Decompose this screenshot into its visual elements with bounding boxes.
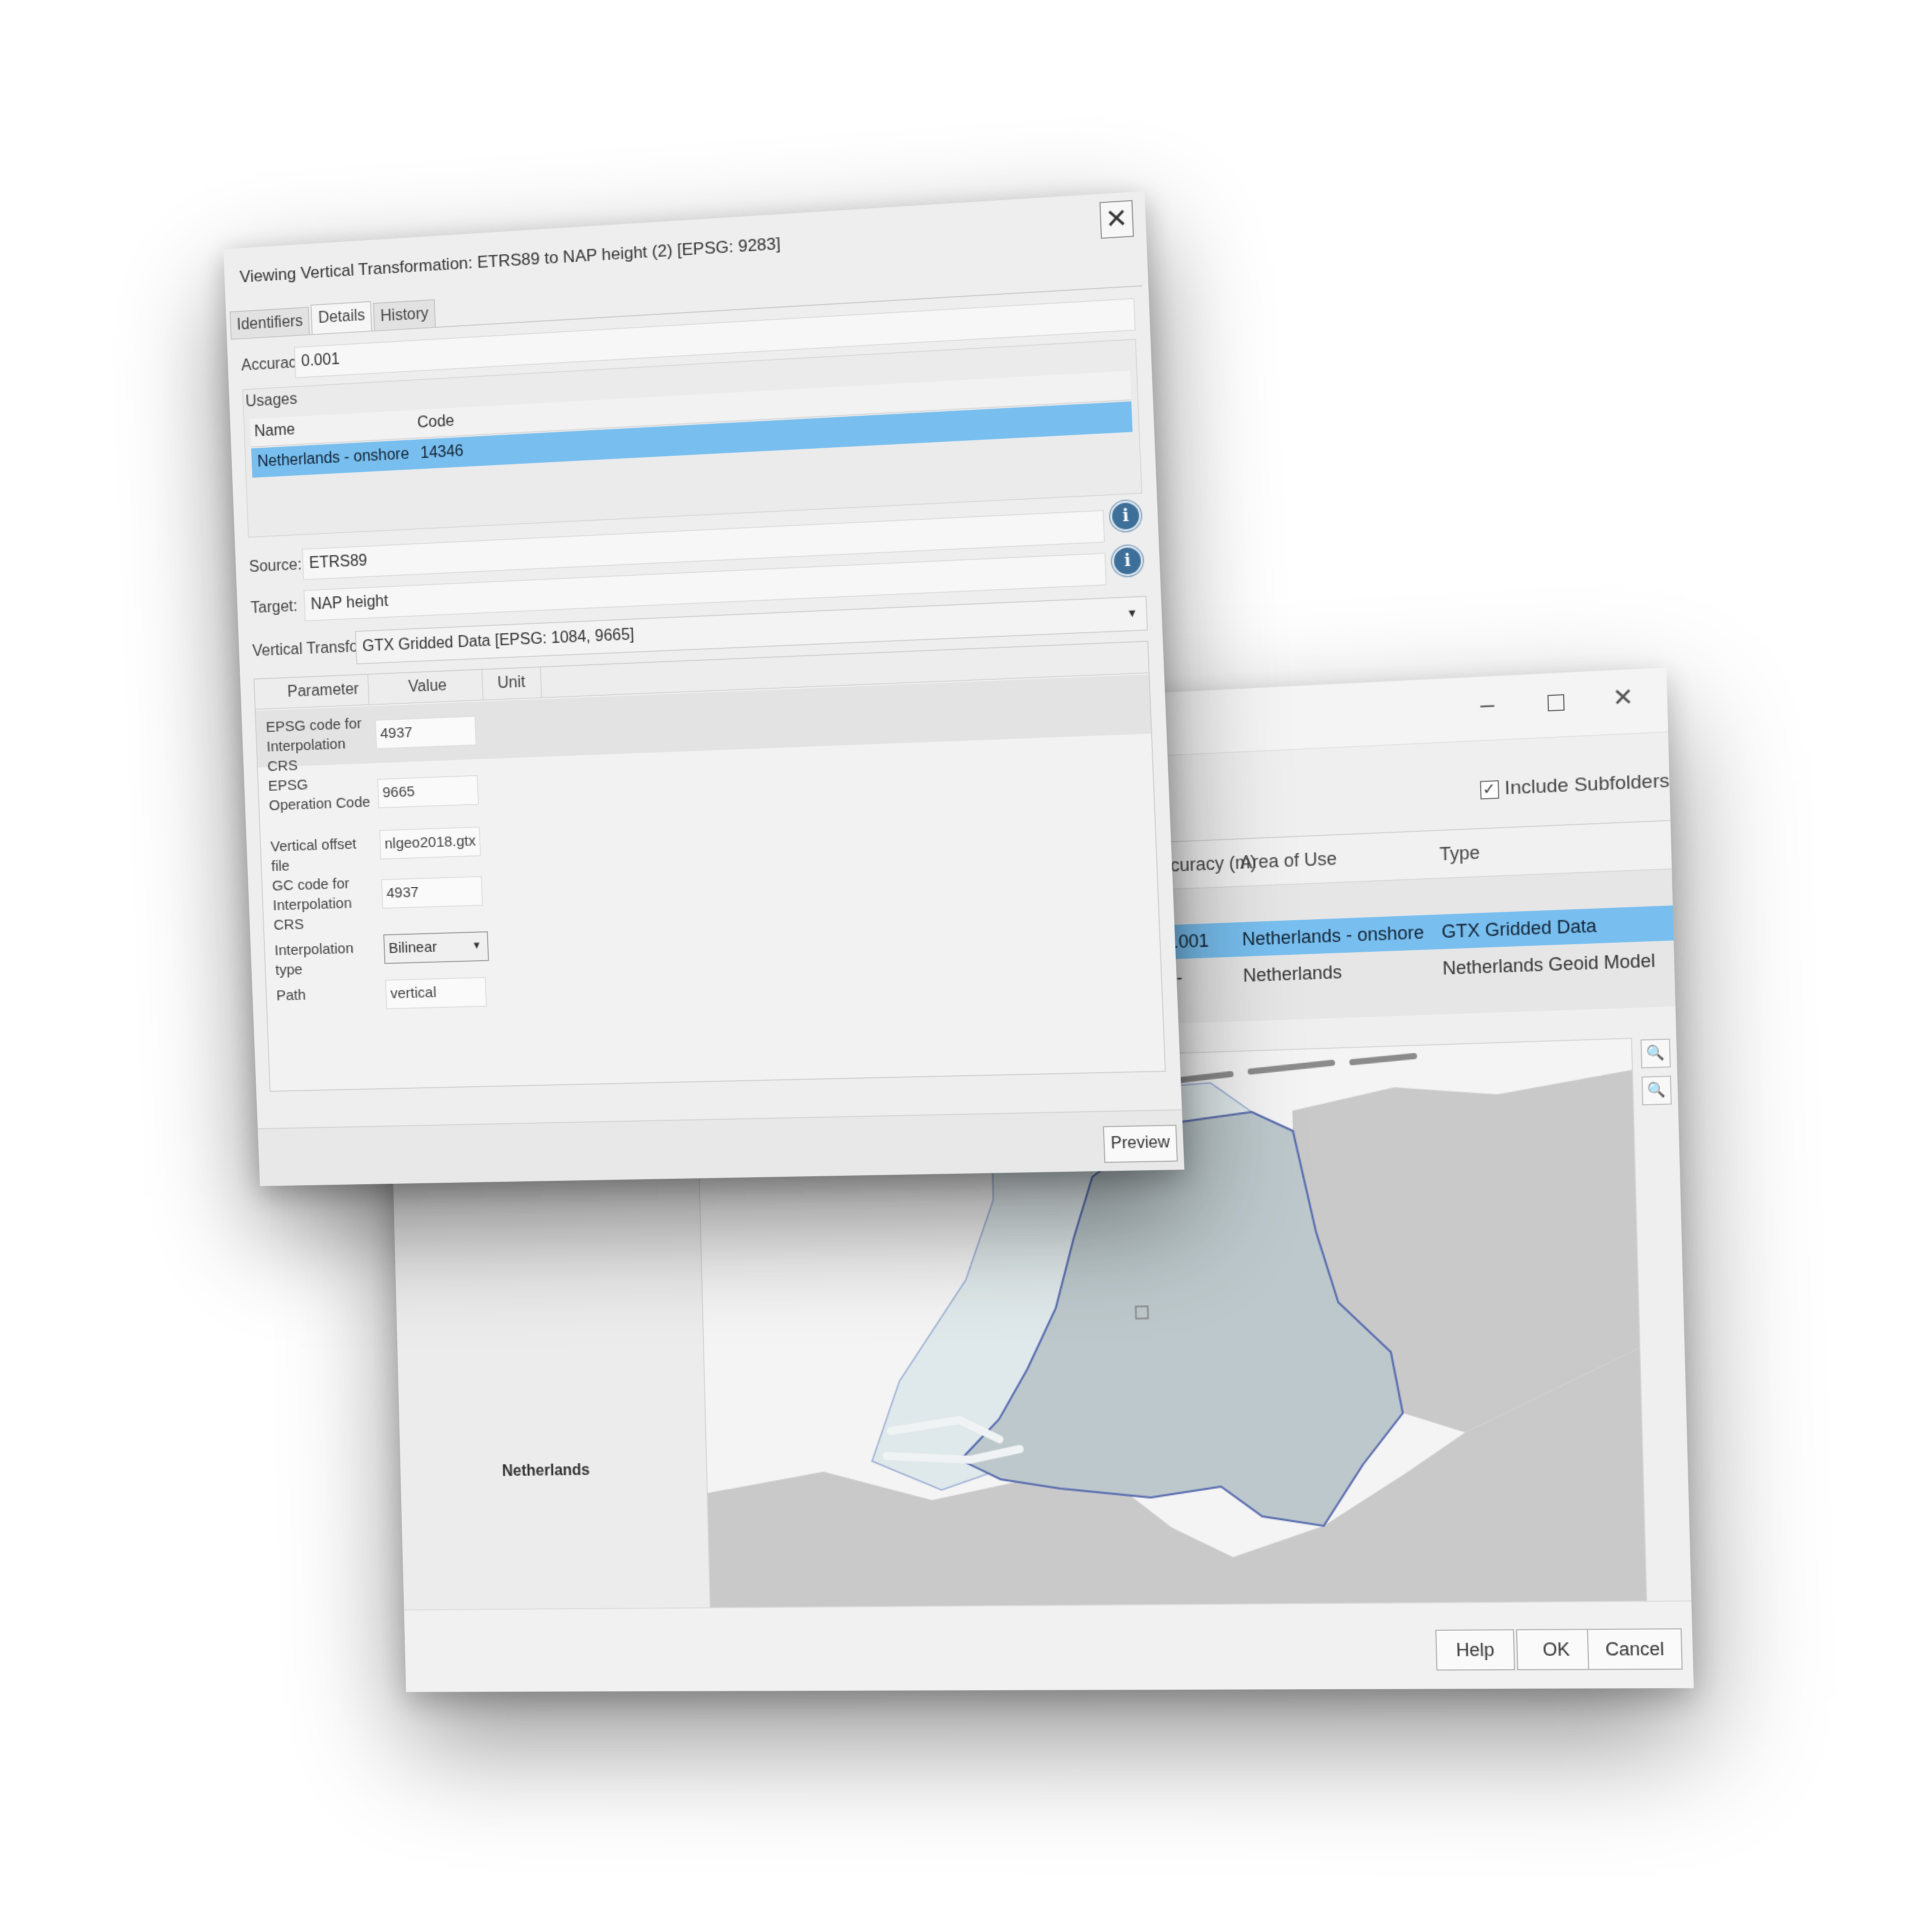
dialog-close-button[interactable]: ✕: [1099, 200, 1134, 239]
row-area-of-use: Netherlands: [1243, 962, 1342, 987]
param-header-unit[interactable]: Unit: [497, 674, 525, 693]
column-header-type[interactable]: Type: [1439, 842, 1480, 865]
param-name: EPSG Operation Code: [268, 773, 375, 816]
include-subfolders-label: Include Subfolders: [1504, 771, 1669, 801]
target-label: Target:: [250, 598, 297, 618]
area-name-label: Netherlands: [502, 1462, 590, 1481]
window-close-button[interactable]: ✕: [1599, 677, 1646, 720]
dialog-title: Viewing Vertical Transformation: ETRS89 …: [239, 234, 781, 287]
row-type: GTX Gridded Data: [1441, 916, 1597, 943]
chevron-down-icon: ▼: [471, 932, 482, 960]
include-subfolders-checkbox[interactable]: ✓: [1480, 780, 1499, 799]
zoom-in-icon[interactable]: 🔍: [1641, 1039, 1671, 1069]
param-value-field[interactable]: 4937: [381, 876, 483, 909]
vertical-transform-value: GTX Gridded Data [EPSG: 1084, 9665]: [362, 627, 635, 656]
param-value-field[interactable]: nlgeo2018.gtx: [379, 827, 481, 860]
map-zoom-controls: 🔍 🔍: [1641, 1039, 1672, 1114]
param-header-value[interactable]: Value: [408, 677, 447, 696]
usage-code: 14346: [420, 443, 464, 463]
vertical-transformation-dialog: Viewing Vertical Transformation: ETRS89 …: [223, 191, 1184, 1186]
column-divider: [367, 675, 369, 705]
back-window-footer: Help OK Cancel: [404, 1600, 1694, 1692]
param-name: Path: [276, 984, 382, 1006]
source-label: Source:: [249, 557, 302, 577]
row-type: Netherlands Geoid Model: [1442, 950, 1655, 979]
usage-name: Netherlands - onshore: [257, 446, 409, 472]
maximize-icon: [1547, 694, 1564, 711]
param-value-field[interactable]: 9665: [377, 775, 479, 808]
preview-button[interactable]: Preview: [1103, 1125, 1178, 1163]
param-header-parameter[interactable]: Parameter: [287, 681, 359, 702]
usages-label: Usages: [245, 391, 297, 411]
help-button[interactable]: Help: [1435, 1629, 1515, 1670]
cancel-button[interactable]: Cancel: [1587, 1628, 1683, 1670]
include-subfolders-option[interactable]: ✓ Include Subfolders: [1480, 771, 1670, 802]
interpolation-type-dropdown[interactable]: Bilinear ▼: [383, 931, 489, 964]
zoom-out-icon[interactable]: 🔍: [1642, 1076, 1672, 1106]
target-info-icon[interactable]: i: [1111, 545, 1143, 577]
param-value-field[interactable]: vertical: [385, 977, 487, 1009]
parameters-table: Parameter Value Unit EPSG code for Inter…: [253, 641, 1165, 1092]
tab-details[interactable]: Details: [311, 301, 373, 335]
column-divider: [481, 670, 483, 700]
maximize-button[interactable]: [1533, 680, 1580, 723]
ok-button[interactable]: OK: [1516, 1629, 1596, 1670]
row-area-of-use: Netherlands - onshore: [1242, 922, 1425, 950]
minimize-button[interactable]: –: [1464, 684, 1511, 727]
chevron-down-icon: ▼: [1126, 597, 1139, 630]
usages-header-code[interactable]: Code: [417, 413, 455, 433]
param-value-field[interactable]: 4937: [375, 716, 477, 750]
interpolation-type-value: Bilinear: [388, 939, 437, 957]
usages-header-name[interactable]: Name: [254, 422, 295, 442]
source-info-icon[interactable]: i: [1110, 500, 1142, 532]
column-divider: [540, 667, 542, 697]
column-header-area-of-use[interactable]: Area of Use: [1240, 848, 1337, 873]
